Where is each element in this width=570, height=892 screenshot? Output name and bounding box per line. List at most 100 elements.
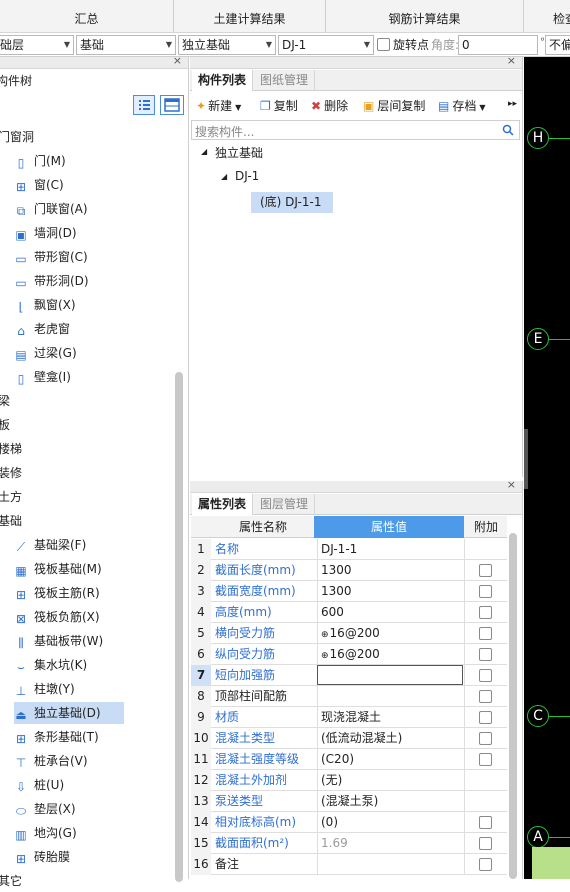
extra-checkbox[interactable] xyxy=(479,606,492,619)
extra-checkbox[interactable] xyxy=(479,669,492,682)
tree-item[interactable]: ⊠ 筏板负筋(X) xyxy=(14,606,100,628)
tree-root[interactable]: 独立基础 xyxy=(215,144,263,161)
tab-property-list[interactable]: 属性列表 xyxy=(192,494,254,515)
extra-checkbox[interactable] xyxy=(479,711,492,724)
tree-item[interactable]: ⌣ 集水坑(K) xyxy=(14,654,87,676)
tree-group-2[interactable]: 板 xyxy=(0,414,10,436)
tab-component-list[interactable]: 构件列表 xyxy=(192,70,254,91)
close-icon[interactable]: × xyxy=(507,54,516,67)
property-value[interactable]: 600 xyxy=(317,602,463,623)
tree-item-selected[interactable]: ⏏ 独立基础(D) xyxy=(14,702,124,724)
tree-group-3[interactable]: 楼梯 xyxy=(0,438,22,460)
property-value[interactable] xyxy=(317,686,463,707)
tree-item[interactable]: ⫼ 基础板带(W) xyxy=(14,630,103,652)
tree-item[interactable]: ⬭ 垫层(X) xyxy=(14,798,76,820)
property-row[interactable]: 3 截面宽度(mm) 1300 xyxy=(191,581,507,602)
angle-input[interactable]: 0 xyxy=(458,35,538,55)
tree-item[interactable]: ⊞ 条形基础(T) xyxy=(14,726,99,748)
list-view-button[interactable] xyxy=(133,95,155,115)
search-input[interactable]: 搜索构件... xyxy=(191,120,520,140)
new-button[interactable]: ✦ 新建 ▼ xyxy=(196,97,241,115)
property-value[interactable]: (0) xyxy=(317,812,463,833)
axis-label[interactable]: H xyxy=(527,127,549,149)
tree-item[interactable]: ▭ 带形洞(D) xyxy=(14,270,88,292)
extra-checkbox[interactable] xyxy=(479,858,492,871)
tree-leaf-selected[interactable]: (底) DJ-1-1 xyxy=(251,192,333,213)
collapse-icon[interactable]: ◢ xyxy=(201,147,207,156)
category-select[interactable]: 基础 ▼ xyxy=(76,35,176,55)
canvas-splitter[interactable] xyxy=(524,429,528,489)
property-row[interactable]: 4 高度(mm) 600 xyxy=(191,602,507,623)
extra-checkbox[interactable] xyxy=(479,585,492,598)
tree-item[interactable]: ⊞ 窗(C) xyxy=(14,174,64,196)
property-row[interactable]: 15 截面面积(m²) 1.69 xyxy=(191,833,507,854)
tree-item[interactable]: ▯ 门(M) xyxy=(14,150,66,172)
property-row[interactable]: 16 备注 xyxy=(191,854,507,875)
tree-item[interactable]: ▥ 地沟(G) xyxy=(14,822,76,844)
tree-item[interactable]: ⊤ 桩承台(V) xyxy=(14,750,88,772)
property-value[interactable]: ⊕16@200 xyxy=(317,644,463,665)
tree-item[interactable]: ⟋ 基础梁(F) xyxy=(14,534,86,556)
tab-summary[interactable]: 汇总 xyxy=(0,0,174,33)
close-icon[interactable]: × xyxy=(507,478,516,491)
property-value[interactable]: 1300 xyxy=(317,581,463,602)
extra-checkbox[interactable] xyxy=(479,753,492,766)
property-row[interactable]: 5 横向受力筋 ⊕16@200 xyxy=(191,623,507,644)
tree-item[interactable]: ▣ 墙洞(D) xyxy=(14,222,76,244)
tree-group-7[interactable]: 其它 xyxy=(0,870,22,892)
property-value[interactable]: ⊕16@200 xyxy=(317,623,463,644)
property-row[interactable]: 2 截面长度(mm) 1300 xyxy=(191,560,507,581)
tab-check[interactable]: 检查 xyxy=(524,0,570,33)
property-value[interactable]: (低流动混凝土) xyxy=(317,728,463,749)
property-row[interactable]: 8 顶部柱间配筋 xyxy=(191,686,507,707)
property-row[interactable]: 6 纵向受力筋 ⊕16@200 xyxy=(191,644,507,665)
property-row[interactable]: 9 材质 现浇混凝土 xyxy=(191,707,507,728)
extra-checkbox[interactable] xyxy=(479,648,492,661)
tree-child[interactable]: DJ-1 xyxy=(235,169,259,183)
tree-item[interactable]: ⧉ 门联窗(A) xyxy=(14,198,88,220)
property-value[interactable]: (混凝土泵) xyxy=(317,791,463,812)
property-value[interactable] xyxy=(317,665,463,685)
tab-drawing-management[interactable]: 图纸管理 xyxy=(254,70,316,91)
tree-group-4[interactable]: 装修 xyxy=(0,462,22,484)
drawing-canvas[interactable]: H E C A xyxy=(524,57,570,879)
type-select[interactable]: 独立基础 ▼ xyxy=(178,35,276,55)
rotate-checkbox[interactable] xyxy=(377,38,390,51)
more-icon[interactable]: ▸▸ xyxy=(508,99,517,109)
extra-checkbox[interactable] xyxy=(479,690,492,703)
property-value[interactable]: (C20) xyxy=(317,749,463,770)
tree-scrollbar[interactable] xyxy=(175,372,183,882)
property-value[interactable]: DJ-1-1 xyxy=(317,539,463,560)
property-row[interactable]: 10 混凝土类型 (低流动混凝土) xyxy=(191,728,507,749)
property-row[interactable]: 1 名称 DJ-1-1 xyxy=(191,539,507,560)
tree-item[interactable]: ⊥ 柱墩(Y) xyxy=(14,678,75,700)
axis-label[interactable]: A xyxy=(527,826,549,848)
delete-button[interactable]: ✖ 删除 xyxy=(311,97,348,115)
tree-item[interactable]: ⇩ 桩(U) xyxy=(14,774,64,796)
tree-item[interactable]: ▤ 过梁(G) xyxy=(14,342,76,364)
tree-group-5[interactable]: 土方 xyxy=(0,486,22,508)
tree-group-1[interactable]: 梁 xyxy=(0,390,10,412)
copy-button[interactable]: ❐ 复制 xyxy=(260,97,298,115)
foundation-shape[interactable] xyxy=(532,847,570,879)
property-value[interactable]: 1300 xyxy=(317,560,463,581)
tree-item[interactable]: ⌊ 飘窗(X) xyxy=(14,294,76,316)
tree-item[interactable]: ▭ 带形窗(C) xyxy=(14,246,87,268)
property-row[interactable]: 7 短向加强筋 xyxy=(191,665,507,686)
extra-checkbox[interactable] xyxy=(479,564,492,577)
property-row[interactable]: 14 相对底标高(m) (0) xyxy=(191,812,507,833)
property-value[interactable]: 1.69 xyxy=(317,833,463,854)
tree-item[interactable]: ⊞ 砖胎膜 xyxy=(14,846,70,868)
floor-copy-button[interactable]: ▣ 层间复制 xyxy=(363,97,425,115)
extra-checkbox[interactable] xyxy=(479,732,492,745)
tree-item[interactable]: ⊞ 筏板主筋(R) xyxy=(14,582,100,604)
tree-item[interactable]: ▯ 壁龛(I) xyxy=(14,366,71,388)
grid-view-button[interactable] xyxy=(160,95,184,115)
property-row[interactable]: 13 泵送类型 (混凝土泵) xyxy=(191,791,507,812)
tab-civil-results[interactable]: 土建计算结果 xyxy=(174,0,326,33)
axis-label[interactable]: E xyxy=(527,328,549,350)
archive-button[interactable]: ▤ 存档 ▼ xyxy=(438,97,486,115)
axis-label[interactable]: C xyxy=(527,705,549,727)
tree-item[interactable]: ⌂ 老虎窗 xyxy=(14,318,70,340)
extra-checkbox[interactable] xyxy=(479,627,492,640)
